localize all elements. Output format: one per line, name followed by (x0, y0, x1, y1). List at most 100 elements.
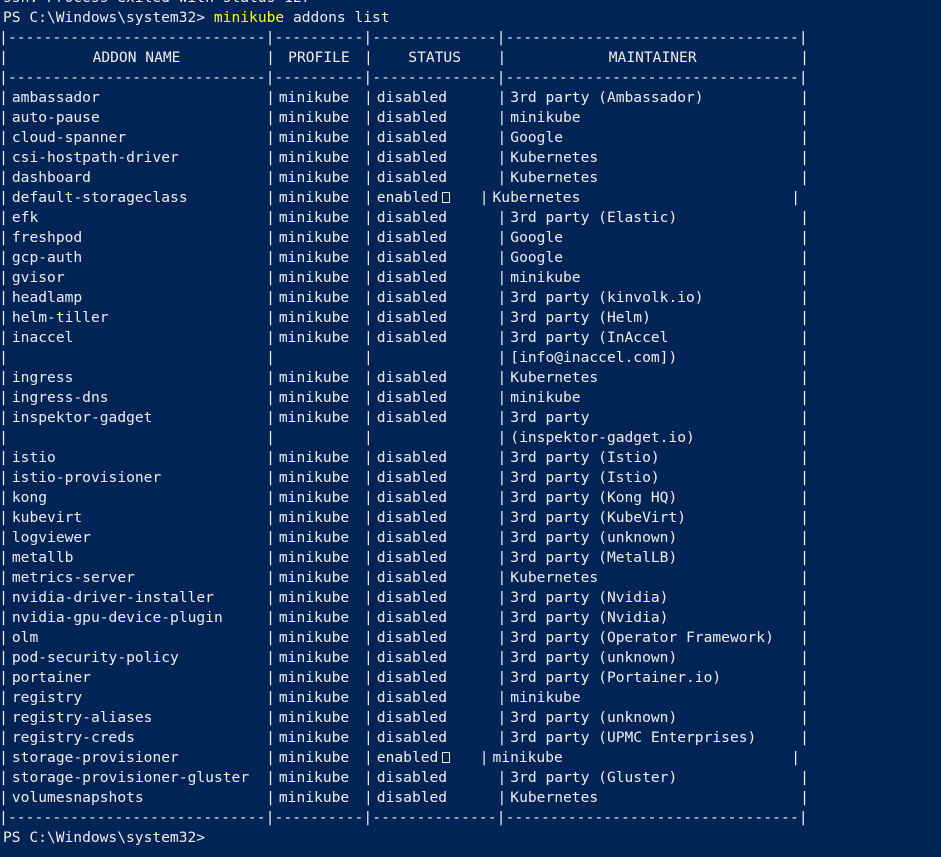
addon-name: istio (11, 449, 56, 466)
addon-status: disabled (377, 588, 447, 608)
column-separator: | (266, 169, 275, 186)
column-separator: | (363, 89, 373, 106)
addon-name: dashboard (11, 169, 91, 186)
addon-maintainer: 3rd party (unknown) (510, 529, 678, 546)
addon-profile: minikube (278, 129, 350, 146)
addon-status-text: disabled (376, 449, 448, 466)
column-separator: | (266, 389, 275, 406)
addon-status: disabled (377, 288, 447, 308)
column-separator: | (497, 709, 507, 726)
addon-status-text: disabled (376, 109, 448, 126)
column-separator: | (0, 469, 8, 486)
addon-name: logviewer (11, 529, 91, 546)
column-separator: | (497, 569, 507, 586)
column-separator: | (363, 389, 373, 406)
addon-profile: minikube (278, 469, 350, 486)
column-separator: | (0, 129, 8, 146)
addon-profile: minikube (278, 769, 350, 786)
addon-maintainer: 3rd party (Ambassador) (510, 89, 704, 106)
column-separator: | (266, 229, 275, 246)
column-separator: | (363, 209, 373, 226)
column-separator: | (0, 589, 8, 606)
column-separator: | (266, 549, 275, 566)
column-separator: | (497, 769, 507, 786)
addon-status: disabled (377, 728, 447, 748)
column-separator: | (363, 649, 373, 666)
addon-maintainer: 3rd party (Operator Framework) (510, 629, 774, 646)
table-border: |-----------------------------|---------… (0, 809, 808, 826)
addon-name: nvidia-driver-installer (11, 589, 214, 606)
column-separator: | (497, 649, 507, 666)
missing-glyph-icon (442, 752, 451, 763)
addon-status-text: disabled (376, 609, 448, 626)
column-separator: | (266, 709, 275, 726)
column-separator: | (497, 229, 507, 246)
addon-profile: minikube (278, 709, 350, 726)
terminal-window[interactable]: ssh: Process exited with status 127 PS C… (0, 0, 941, 857)
column-separator: | (800, 709, 809, 726)
addon-status: disabled (377, 88, 447, 108)
addon-name: ingress (11, 369, 74, 386)
table-border: |-----------------------------|---------… (0, 29, 808, 46)
addon-profile: minikube (278, 109, 350, 126)
command-line: PS C:\Windows\system32> minikube addons … (3, 8, 390, 28)
addon-status: disabled (377, 648, 447, 668)
addon-maintainer: 3rd party (KubeVirt) (510, 509, 687, 526)
column-separator: | (800, 269, 809, 286)
column-separator: | (0, 389, 8, 406)
addon-name: kong (11, 489, 48, 506)
addon-maintainer: 3rd party (unknown) (510, 649, 678, 666)
final-prompt[interactable]: PS C:\Windows\system32> (3, 828, 205, 848)
column-separator: | (800, 429, 809, 446)
addon-status-text: disabled (376, 589, 448, 606)
column-separator: | (800, 49, 809, 66)
addon-status: disabled (377, 328, 447, 348)
addon-name: helm-tiller (11, 309, 109, 326)
table-border: |-----------------------------|---------… (0, 69, 808, 86)
column-separator: | (0, 429, 8, 446)
addon-status: disabled (377, 788, 447, 808)
column-separator: | (266, 429, 275, 446)
column-separator: | (0, 769, 8, 786)
addon-name: inaccel (11, 329, 74, 346)
addon-name: inspektor-gadget (11, 409, 153, 426)
column-separator: | (266, 509, 275, 526)
column-separator: | (363, 529, 373, 546)
addon-status-text: disabled (376, 209, 448, 226)
column-separator: | (0, 289, 8, 306)
addon-profile: minikube (278, 189, 350, 206)
column-separator: | (266, 309, 275, 326)
column-separator: | (497, 269, 507, 286)
addon-status-text: disabled (376, 529, 448, 546)
header-status: STATUS (408, 49, 461, 66)
column-separator: | (497, 89, 507, 106)
addon-maintainer: Google (510, 129, 564, 146)
column-separator: | (497, 149, 507, 166)
column-separator: | (266, 789, 275, 806)
addon-maintainer: Kubernetes (510, 569, 599, 586)
column-separator: | (497, 669, 507, 686)
addon-name: efk (11, 209, 39, 226)
addon-status: disabled (377, 148, 447, 168)
column-separator: | (800, 729, 809, 746)
addon-status-text: disabled (376, 729, 448, 746)
addon-status: disabled (377, 408, 447, 428)
addon-status: disabled (377, 508, 447, 528)
column-separator: | (363, 429, 373, 446)
header-profile: PROFILE (288, 49, 350, 66)
addon-maintainer: Google (510, 229, 564, 246)
column-separator: | (363, 469, 373, 486)
addon-maintainer: 3rd party (Gluster) (510, 769, 678, 786)
addon-name: metrics-server (11, 569, 135, 586)
column-separator: | (266, 189, 275, 206)
column-separator: | (0, 209, 8, 226)
addon-maintainer: minikube (510, 109, 581, 126)
column-separator: | (0, 689, 8, 706)
column-separator: | (266, 249, 275, 266)
column-separator: | (497, 249, 507, 266)
addon-profile: minikube (278, 649, 350, 666)
addon-name: headlamp (11, 289, 83, 306)
addon-profile: minikube (278, 589, 350, 606)
addon-name: storage-provisioner-gluster (11, 769, 250, 786)
addon-profile: minikube (278, 249, 350, 266)
